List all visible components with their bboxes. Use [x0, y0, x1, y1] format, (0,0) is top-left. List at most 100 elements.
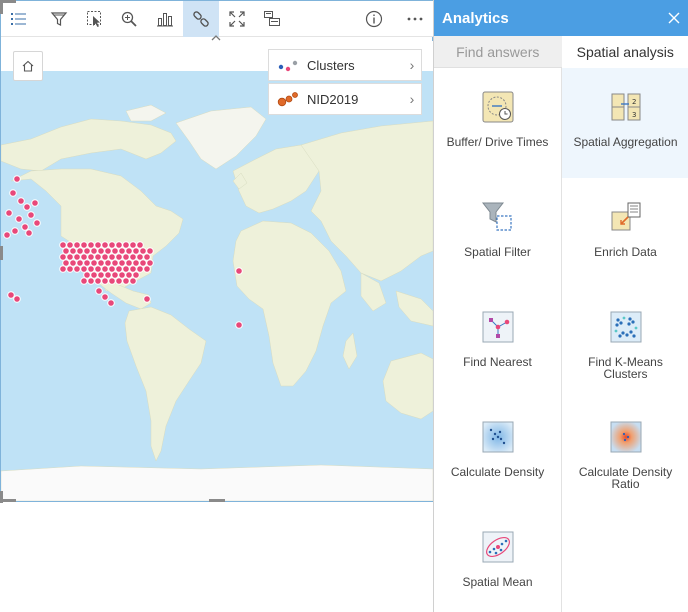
info-button[interactable]: [356, 1, 392, 37]
map-point[interactable]: [235, 321, 243, 329]
link-icon: [193, 11, 209, 27]
tool-buffer-drive-times[interactable]: Buffer/ Drive Times: [434, 68, 561, 178]
map-point[interactable]: [5, 209, 13, 217]
map-point[interactable]: [235, 267, 243, 275]
find-nearest-icon: [482, 311, 513, 343]
tool-label: Spatial Mean: [462, 575, 533, 589]
chart-button[interactable]: [147, 1, 183, 37]
map-point[interactable]: [23, 203, 31, 211]
resize-handle[interactable]: [209, 499, 225, 502]
tab-find-answers[interactable]: Find answers: [434, 36, 562, 68]
buffer-drive-times-icon: [482, 91, 513, 123]
bar-chart-icon: [157, 13, 173, 27]
svg-text:3: 3: [632, 111, 636, 119]
map-point[interactable]: [27, 211, 35, 219]
map-point[interactable]: [94, 277, 102, 285]
map-point[interactable]: [143, 295, 151, 303]
legend-label: NID2019: [307, 91, 359, 107]
tool-find-nearest[interactable]: Find Nearest: [434, 288, 561, 398]
map-point[interactable]: [11, 227, 19, 235]
legend-item-clusters[interactable]: Clusters ›: [268, 49, 422, 81]
flip-card-button[interactable]: [254, 1, 290, 37]
maximize-icon: [229, 11, 245, 27]
tool-spatial-filter[interactable]: Spatial Filter: [434, 178, 561, 288]
tool-label: Calculate Density Ratio: [578, 465, 673, 491]
more-icon: [407, 17, 423, 21]
map-point[interactable]: [87, 277, 95, 285]
map-point[interactable]: [15, 215, 23, 223]
map-point[interactable]: [21, 223, 29, 231]
close-panel-button[interactable]: [659, 0, 688, 36]
map-point[interactable]: [31, 199, 39, 207]
tool-calculate-density-ratio[interactable]: Calculate Density Ratio: [562, 398, 688, 508]
close-icon: [668, 12, 680, 24]
tool-spatial-aggregation[interactable]: 2 3 Spatial Aggregation: [562, 68, 688, 178]
map-point[interactable]: [13, 295, 21, 303]
tool-spatial-mean[interactable]: Spatial Mean: [434, 508, 561, 612]
map-point[interactable]: [136, 265, 144, 273]
map-point[interactable]: [101, 277, 109, 285]
calculate-density-icon: [482, 421, 513, 453]
home-icon: [22, 60, 34, 72]
k-means-clusters-icon: [610, 311, 641, 343]
map-point[interactable]: [129, 277, 137, 285]
link-button[interactable]: [183, 1, 219, 37]
analytics-panel: Analytics Find answers Spatial analysis: [433, 0, 688, 612]
spatial-mean-icon: [482, 531, 513, 563]
filter-icon: [50, 12, 68, 26]
map-point[interactable]: [9, 189, 17, 197]
map-point[interactable]: [17, 197, 25, 205]
legend-label: Clusters: [307, 57, 355, 73]
map-point[interactable]: [107, 299, 115, 307]
panel-tabs: Find answers Spatial analysis: [434, 36, 688, 68]
map-point[interactable]: [73, 265, 81, 273]
chevron-right-icon: ›: [409, 57, 415, 73]
legend-item-nid2019[interactable]: NID2019 ›: [268, 83, 422, 115]
resize-handle[interactable]: [0, 246, 3, 260]
map-point[interactable]: [13, 175, 21, 183]
map-point[interactable]: [115, 277, 123, 285]
filter-button[interactable]: [41, 1, 77, 37]
tool-label: Spatial Filter: [464, 245, 531, 259]
flip-card-icon: [264, 11, 280, 26]
map-point[interactable]: [25, 229, 33, 237]
spatial-filter-icon: [481, 202, 512, 231]
card-toolbar: [1, 1, 433, 41]
density-ratio-icon: [610, 421, 641, 453]
maximize-button[interactable]: [219, 1, 255, 37]
map-point[interactable]: [108, 277, 116, 285]
info-icon: [365, 10, 383, 28]
map-point[interactable]: [101, 293, 109, 301]
map-point[interactable]: [3, 231, 11, 239]
tool-label: Enrich Data: [594, 245, 657, 259]
tool-calculate-density[interactable]: Calculate Density: [434, 398, 561, 508]
map-point[interactable]: [33, 219, 41, 227]
zoom-icon: [121, 11, 137, 27]
chevron-right-icon: ›: [409, 91, 415, 107]
tool-label: Spatial Aggregation: [573, 135, 678, 149]
spatial-aggregation-icon: 2 3: [611, 93, 640, 121]
layers-list-button[interactable]: [1, 1, 37, 37]
tool-find-k-means-clusters[interactable]: Find K-Means Clusters: [562, 288, 688, 398]
map-point[interactable]: [143, 265, 151, 273]
enrich-data-icon: [611, 202, 640, 231]
list-icon: [11, 13, 26, 25]
map-point[interactable]: [7, 291, 15, 299]
selection-button[interactable]: [77, 1, 113, 37]
resize-handle[interactable]: [0, 499, 16, 502]
map-point[interactable]: [95, 287, 103, 295]
more-options-button[interactable]: [397, 1, 433, 37]
zoom-button[interactable]: [111, 1, 147, 37]
resize-handle[interactable]: [0, 0, 3, 14]
map-view[interactable]: Clusters › NID2019 ›: [1, 41, 433, 501]
tab-spatial-analysis[interactable]: Spatial analysis: [561, 36, 688, 68]
tool-label: Buffer/ Drive Times: [446, 135, 549, 149]
home-button[interactable]: [13, 51, 43, 81]
map-point[interactable]: [66, 265, 74, 273]
tool-label: Find K-Means Clusters: [588, 355, 663, 381]
map-point[interactable]: [122, 277, 130, 285]
map-point[interactable]: [80, 277, 88, 285]
map-point[interactable]: [59, 265, 67, 273]
tool-enrich-data[interactable]: Enrich Data: [562, 178, 688, 288]
clusters-icon: [278, 60, 298, 72]
